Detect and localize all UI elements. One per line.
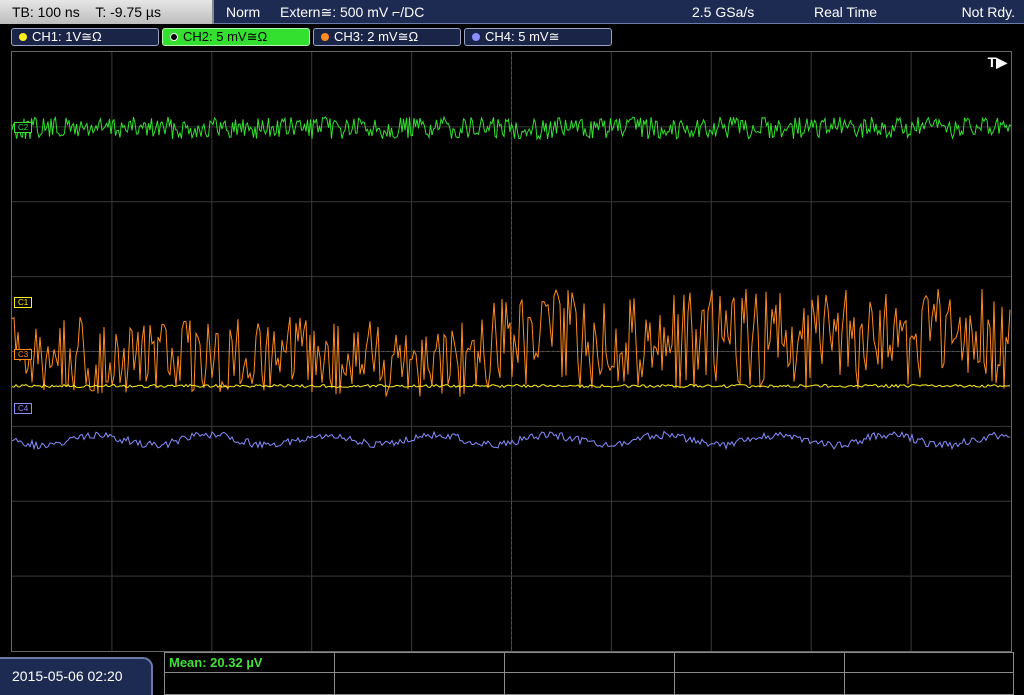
channel-tab-ch1[interactable]: CH1: 1V≅Ω [11,28,159,46]
measurement-panel[interactable]: Mean: 20.32 µV [164,652,1014,695]
measurement-cell [335,673,505,695]
channel-tab-ch4[interactable]: CH4: 5 mV≅ [464,28,612,46]
measurement-cell [675,653,845,673]
measurement-cell [845,673,1013,695]
measurement-cell [675,673,845,695]
acquisition-mode[interactable]: Norm [226,0,260,24]
trigger-position-icon: T▶ [987,54,1007,70]
ch1-offset-marker[interactable]: C1 [14,297,33,308]
datetime-box: 2015-05-06 02:20 [0,657,153,695]
channel-label: CH3: 2 mV≅Ω [334,29,419,44]
channel-dot-icon [472,33,480,41]
measurement-cell [335,653,505,673]
channel-label: CH2: 5 mV≅Ω [183,29,268,44]
trigger-status: Not Rdy. [961,4,1015,20]
top-status-bar: TB: 100 ns T: -9.75 µs Norm Extern≅: 500… [0,0,1024,24]
channel-label: CH4: 5 mV≅ [485,29,560,44]
ch3-offset-marker[interactable]: C3 [14,349,33,360]
sample-rate[interactable]: 2.5 GSa/s [692,0,754,24]
channel-dot-icon [19,33,27,41]
ch4-offset-marker[interactable]: C4 [14,403,33,414]
trigger-source[interactable]: Extern≅: 500 mV ⌐/DC [280,0,424,24]
timebase-box[interactable]: TB: 100 ns T: -9.75 µs [0,0,214,24]
waveform-display[interactable]: T▶ C2 C1 C3 C4 [11,51,1012,652]
measurement-cell [165,673,335,695]
channel-label: CH1: 1V≅Ω [32,29,102,44]
measurement-cell [845,653,1013,673]
mean-measurement: Mean: 20.32 µV [169,655,263,670]
timebase-label: TB: 100 ns [12,4,80,20]
channel-dot-icon [170,33,178,41]
channel-tab-ch3[interactable]: CH3: 2 mV≅Ω [313,28,461,46]
measurement-cell [505,653,675,673]
waveform-canvas [12,52,1011,651]
datetime-label: 2015-05-06 02:20 [12,668,123,684]
time-mode[interactable]: Real Time [814,0,877,24]
channel-tab-ch2[interactable]: CH2: 5 mV≅Ω [162,28,310,46]
measurement-cell [505,673,675,695]
measurement-cell: Mean: 20.32 µV [165,653,335,673]
channel-tabs: CH1: 1V≅Ω CH2: 5 mV≅Ω CH3: 2 mV≅Ω CH4: 5… [0,25,1024,49]
trigger-time-label: T: -9.75 µs [95,4,161,20]
ch2-offset-marker[interactable]: C2 [14,122,33,133]
channel-dot-icon [321,33,329,41]
